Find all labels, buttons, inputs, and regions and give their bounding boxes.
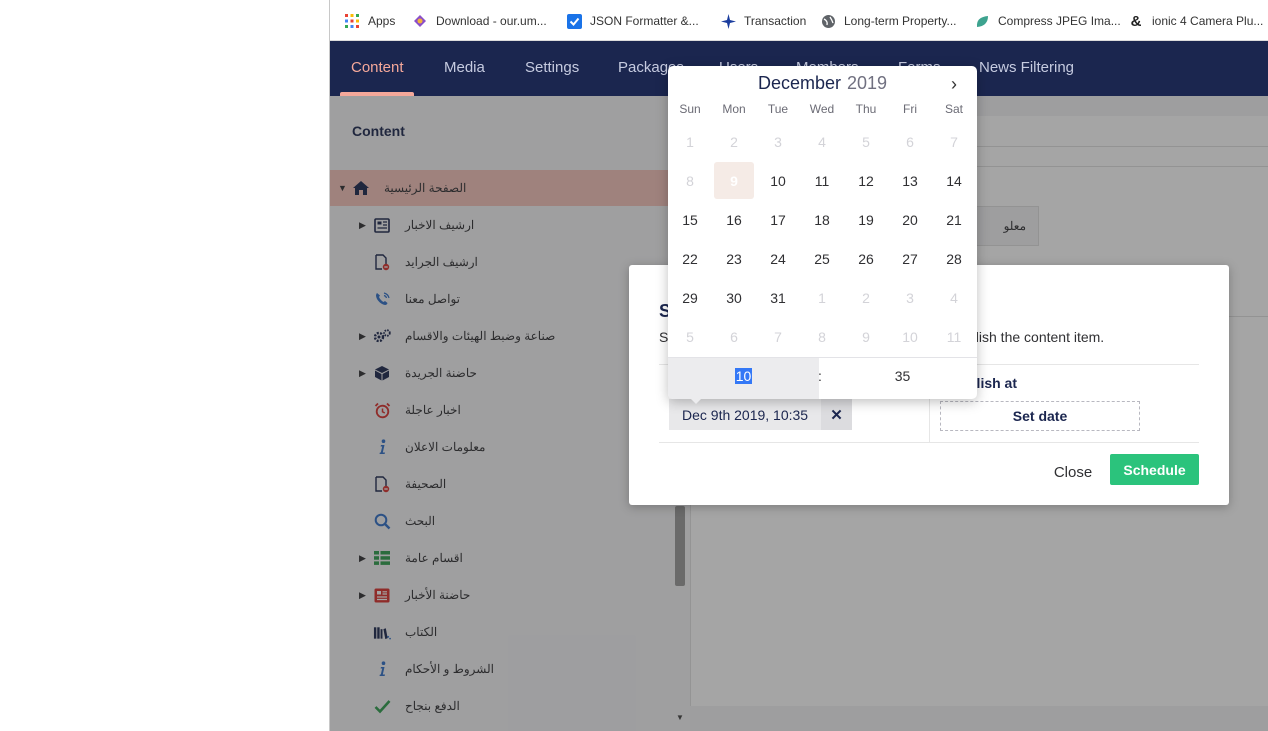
- bookmark-label: Download - our.um...: [436, 14, 547, 28]
- calendar-day[interactable]: 27: [890, 240, 930, 277]
- calendar-day: 10: [902, 328, 918, 345]
- calendar-day[interactable]: 14: [934, 162, 974, 199]
- weekday-label: Fri: [903, 102, 917, 116]
- nav-settings[interactable]: Settings: [525, 59, 579, 76]
- bookmark-long-term-property[interactable]: Long-term Property...: [820, 11, 957, 31]
- calendar-day[interactable]: 22: [670, 240, 710, 277]
- weekday-label: Sat: [944, 102, 963, 116]
- bookmark-label: Transaction: [744, 14, 807, 28]
- calendar-day: 6: [906, 133, 914, 150]
- calendar-day: 8: [818, 328, 826, 345]
- calendar-day: 8: [686, 172, 694, 189]
- calendar-day[interactable]: 25: [802, 240, 842, 277]
- calendar-day[interactable]: 30: [714, 279, 754, 316]
- calendar-day: 2: [730, 133, 738, 150]
- umbraco-icon: [412, 13, 428, 29]
- calendar-day: 1: [818, 289, 826, 306]
- calendar-day[interactable]: 21: [934, 201, 974, 238]
- nav-news-filtering[interactable]: News Filtering: [979, 59, 1074, 76]
- calendar-day: 7: [774, 328, 782, 345]
- calendar-day[interactable]: 23: [714, 240, 754, 277]
- month-year-header: December 2019: [668, 73, 977, 94]
- calendar-day[interactable]: 11: [802, 162, 842, 199]
- calendar-day: 2: [862, 289, 870, 306]
- bookmark-json-formatter[interactable]: JSON Formatter &...: [566, 11, 699, 31]
- calendar-day: 7: [950, 133, 958, 150]
- leaf-icon: [974, 13, 990, 29]
- bookmark-umbraco[interactable]: Download - our.um...: [412, 11, 547, 31]
- calendar-day[interactable]: 24: [758, 240, 798, 277]
- weekday-label: Wed: [809, 102, 835, 116]
- calendar-day: 5: [862, 133, 870, 150]
- weekday-label: Mon: [722, 102, 746, 116]
- calendar-day[interactable]: 15: [670, 201, 710, 238]
- bookmark-apps[interactable]: Apps: [344, 11, 395, 31]
- weekday-label: Tue: [767, 102, 789, 116]
- apps-grid-icon: [344, 13, 360, 29]
- calendar-day[interactable]: 28: [934, 240, 974, 277]
- hour-value: 10: [734, 368, 753, 384]
- calendar-day[interactable]: 26: [846, 240, 886, 277]
- calendar-day[interactable]: 13: [890, 162, 930, 199]
- time-separator: :: [818, 368, 822, 384]
- dialog-description-start: S: [659, 329, 669, 345]
- calendar-day[interactable]: 19: [846, 201, 886, 238]
- bookmark-compress-jpeg[interactable]: Compress JPEG Ima...: [974, 11, 1121, 31]
- divider: [659, 442, 1199, 443]
- calendar-day: 1: [686, 133, 694, 150]
- calendar-day[interactable]: 18: [802, 201, 842, 238]
- weekday-label: Thu: [855, 102, 877, 116]
- bookmark-ionic-camera[interactable]: & ionic 4 Camera Plu...: [1128, 11, 1264, 31]
- calendar-day[interactable]: 31: [758, 279, 798, 316]
- calendar-day[interactable]: 12: [846, 162, 886, 199]
- minute-input[interactable]: 35: [828, 368, 977, 384]
- calendar-day: 11: [946, 328, 962, 345]
- checkbox-icon: [566, 13, 582, 29]
- close-icon: ✕: [830, 406, 843, 424]
- calendar-month[interactable]: December: [758, 73, 841, 93]
- next-month-icon[interactable]: ›: [951, 74, 957, 95]
- globe-icon: [820, 13, 836, 29]
- calendar-day: 6: [730, 328, 738, 345]
- calendar-day: 5: [686, 328, 694, 345]
- calendar-day: 4: [950, 289, 958, 306]
- clear-date-button[interactable]: ✕: [821, 399, 852, 430]
- calendar-day: 3: [906, 289, 914, 306]
- bookmark-label: ionic 4 Camera Plu...: [1152, 14, 1264, 28]
- bookmark-label: Apps: [368, 14, 396, 28]
- calendar-day[interactable]: 16: [714, 201, 754, 238]
- bookmark-label: Compress JPEG Ima...: [998, 14, 1121, 28]
- bookmark-label: JSON Formatter &...: [590, 14, 699, 28]
- popup-pointer: [690, 398, 702, 404]
- schedule-button[interactable]: Schedule: [1110, 454, 1199, 485]
- bookmarks-bar: Apps Download - our.um... JSON Formatter…: [330, 0, 1268, 41]
- nav-media[interactable]: Media: [444, 59, 485, 76]
- browser-content: Apps Download - our.um... JSON Formatter…: [329, 0, 1268, 731]
- nav-content[interactable]: Content: [351, 59, 404, 76]
- calendar-day[interactable]: 20: [890, 201, 930, 238]
- star-icon: [720, 13, 736, 29]
- set-date-button[interactable]: Set date: [940, 401, 1140, 431]
- close-button[interactable]: Close: [1045, 457, 1101, 487]
- calendar-day: 4: [818, 133, 826, 150]
- calendar-day-selected[interactable]: 9: [714, 162, 754, 199]
- calendar-year[interactable]: 2019: [847, 73, 887, 93]
- bookmark-transaction[interactable]: Transaction: [720, 11, 806, 31]
- calendar-day: 9: [862, 328, 870, 345]
- bookmark-label: Long-term Property...: [844, 14, 957, 28]
- calendar-day: 3: [774, 133, 782, 150]
- weekday-label: Sun: [679, 102, 701, 116]
- calendar-day[interactable]: 29: [670, 279, 710, 316]
- hour-input[interactable]: 10: [668, 368, 819, 384]
- calendar-day[interactable]: 17: [758, 201, 798, 238]
- date-picker-calendar: December 2019 › Sun Mon Tue Wed Thu Fri Sat 123…: [668, 66, 977, 404]
- ampersand-icon: &: [1130, 12, 1142, 30]
- calendar-day[interactable]: 10: [758, 162, 798, 199]
- dialog-description-end: blish the content item.: [968, 329, 1105, 345]
